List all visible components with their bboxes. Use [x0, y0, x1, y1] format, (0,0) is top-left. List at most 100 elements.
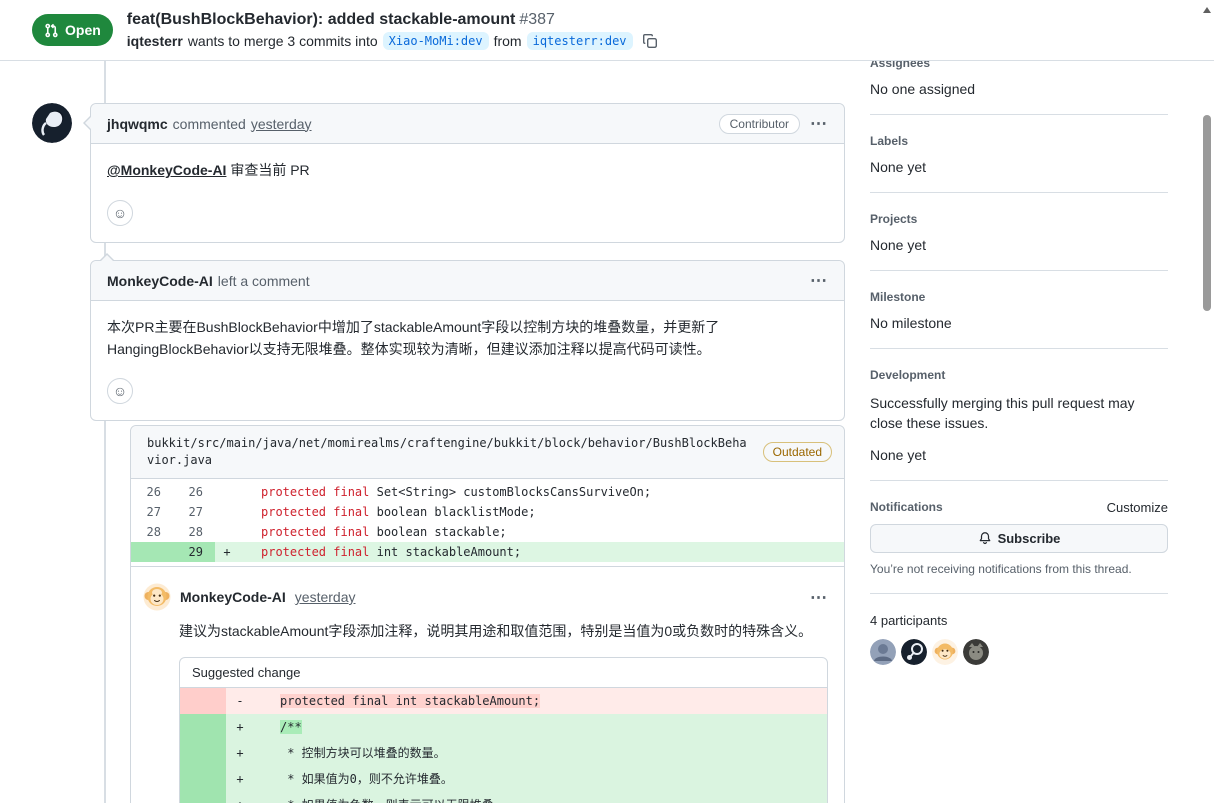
code-text: protected final boolean blacklistMode;: [261, 505, 536, 519]
milestone-title[interactable]: Milestone: [870, 290, 1168, 304]
comment-text: 审查当前 PR: [226, 162, 310, 178]
comment-author-link[interactable]: MonkeyCode-AI: [107, 273, 213, 289]
kebab-menu-icon[interactable]: ⋯: [810, 115, 828, 132]
suggestion-gutter: [180, 739, 226, 766]
milestone-value: No milestone: [870, 315, 952, 331]
diff-file-header: bukkit/src/main/java/net/momirealms/craf…: [131, 426, 844, 479]
scrollbar-thumb[interactable]: [1203, 115, 1211, 311]
suggestion-gutter: [180, 791, 226, 803]
diff-sign: +: [236, 771, 244, 786]
comment-action: commented: [172, 115, 246, 132]
comment-author-link[interactable]: jhqwqmc: [107, 116, 168, 132]
code-text: protected final Set<String> customBlocks…: [261, 485, 652, 499]
new-line-number: 29: [173, 542, 215, 562]
labels-value: None yet: [870, 159, 927, 175]
pr-state-badge[interactable]: Open: [32, 14, 113, 46]
pr-titles: feat(BushBlockBehavior): added stackable…: [127, 11, 658, 50]
pr-author-link[interactable]: iqtesterr: [127, 33, 183, 49]
comment-jhqwqmc: jhqwqmc commented yesterday Contributor …: [83, 103, 845, 243]
diff-sign: +: [236, 745, 244, 760]
diff-sign: +: [223, 545, 231, 559]
code-text: protected final int stackableAmount;: [261, 545, 522, 559]
avatar-monkeycode[interactable]: [143, 583, 171, 611]
code-text: /**: [280, 719, 302, 734]
sidebar-section-labels: Labels None yet: [870, 115, 1168, 193]
suggestion-gutter: [180, 687, 226, 714]
code-text: * 如果值为负数，则表示可以无限堆叠。: [254, 792, 505, 803]
suggested-change-block: Suggested change - protected final int s…: [179, 656, 828, 803]
suggestion-added-line: + * 控制方块可以堆叠的数量。: [180, 739, 827, 766]
avatar-jhqwqmc[interactable]: [32, 103, 72, 143]
development-title: Development: [870, 368, 946, 382]
comment-monkeycode-review: MonkeyCode-AI left a comment ⋯ 本次PR主要在Bu…: [90, 252, 845, 422]
add-reaction-button[interactable]: ☺: [107, 199, 133, 226]
base-branch-chip[interactable]: Xiao-MoMi:dev: [382, 31, 489, 50]
comment-action: left a comment: [217, 272, 310, 289]
review-comment-author-link[interactable]: MonkeyCode-AI: [180, 589, 286, 605]
old-line-number: 28: [146, 525, 161, 539]
diff-line-added[interactable]: 29 + protected final int stackableAmount…: [131, 542, 844, 562]
projects-title[interactable]: Projects: [870, 212, 1168, 226]
review-thread: bukkit/src/main/java/net/momirealms/craf…: [130, 425, 845, 803]
diff-sign: +: [236, 719, 244, 734]
head-branch-chip[interactable]: iqtesterr:dev: [526, 31, 633, 50]
participant-avatar[interactable]: [870, 638, 896, 665]
pr-number: #387: [519, 10, 555, 28]
assignees-value: No one assigned: [870, 81, 976, 97]
diff-sign: +: [226, 792, 254, 803]
code-text: protected final int stackableAmount;: [280, 693, 541, 708]
comment-body: 本次PR主要在BushBlockBehavior中增加了stackableAmo…: [91, 301, 844, 420]
participant-avatar[interactable]: [963, 638, 989, 665]
git-pull-request-icon: [44, 23, 59, 38]
development-text: Successfully merging this pull request m…: [870, 395, 1135, 432]
comment-timestamp-link[interactable]: yesterday: [251, 116, 312, 132]
diff-line[interactable]: 28 28 protected final boolean stackable;: [131, 522, 844, 542]
labels-title[interactable]: Labels: [870, 134, 1168, 148]
diff-hunk: 26 26 protected final Set<String> custom…: [131, 479, 844, 567]
sidebar-section-development: Development Successfully merging this pu…: [870, 349, 1168, 481]
file-path-link[interactable]: bukkit/src/main/java/net/momirealms/craf…: [147, 435, 747, 469]
pr-state-label: Open: [65, 22, 101, 38]
suggestion-added-line: + * 如果值为0，则不允许堆叠。: [180, 765, 827, 792]
customize-link[interactable]: Customize: [1107, 500, 1168, 515]
page-scrollbar[interactable]: [1200, 0, 1214, 803]
participant-avatar[interactable]: [901, 638, 927, 665]
old-line-number: 26: [146, 485, 161, 499]
mention-link[interactable]: @MonkeyCode-AI: [107, 162, 226, 178]
participants-avatars: [870, 638, 1168, 665]
participant-avatar[interactable]: [932, 638, 958, 665]
diff-line[interactable]: 26 26 protected final Set<String> custom…: [131, 482, 844, 502]
pull-request-page: Open feat(BushBlockBehavior): added stac…: [0, 0, 1214, 803]
kebab-menu-icon[interactable]: ⋯: [810, 589, 828, 606]
pr-header: Open feat(BushBlockBehavior): added stac…: [0, 0, 1214, 61]
review-comment-timestamp-link[interactable]: yesterday: [295, 589, 356, 605]
merge-text: wants to merge 3 commits into: [187, 32, 378, 49]
sidebar-section-projects: Projects None yet: [870, 193, 1168, 271]
pr-sidebar: Assignees No one assigned Labels None ye…: [870, 50, 1168, 682]
bell-icon: [978, 531, 992, 545]
sidebar-section-milestone: Milestone No milestone: [870, 271, 1168, 349]
add-reaction-button[interactable]: ☺: [107, 378, 133, 405]
copy-branch-icon[interactable]: [642, 33, 658, 49]
outdated-badge: Outdated: [762, 442, 832, 462]
comment-text: 本次PR主要在BushBlockBehavior中增加了stackableAmo…: [107, 319, 720, 357]
notifications-note: You’re not receiving notifications from …: [870, 561, 1132, 576]
kebab-menu-icon[interactable]: ⋯: [810, 272, 828, 289]
code-text: * 控制方块可以堆叠的数量。: [280, 745, 446, 760]
scrollbar-up-arrow[interactable]: [1203, 7, 1211, 13]
diff-sign: [215, 482, 239, 502]
comment-header: MonkeyCode-AI left a comment ⋯: [91, 261, 844, 301]
code-text: * 如果值为0，则不允许堆叠。: [280, 771, 453, 786]
sidebar-section-participants: 4 participants: [870, 594, 1168, 682]
review-comment-header: MonkeyCode-AI yesterday ⋯: [131, 567, 844, 611]
suggestion-gutter: [180, 713, 226, 740]
suggestion-gutter: [180, 765, 226, 792]
diff-sign: -: [236, 693, 244, 708]
sidebar-section-notifications: Notifications Customize Subscribe You’re…: [870, 481, 1168, 594]
diff-sign: [215, 502, 239, 522]
suggested-change-title: Suggested change: [180, 658, 827, 688]
review-comment-body: 建议为stackableAmount字段添加注释，说明其用途和取值范围，特别是当…: [179, 623, 813, 639]
diff-line[interactable]: 27 27 protected final boolean blacklistM…: [131, 502, 844, 522]
from-text: from: [493, 32, 522, 49]
subscribe-button[interactable]: Subscribe: [870, 523, 1168, 553]
